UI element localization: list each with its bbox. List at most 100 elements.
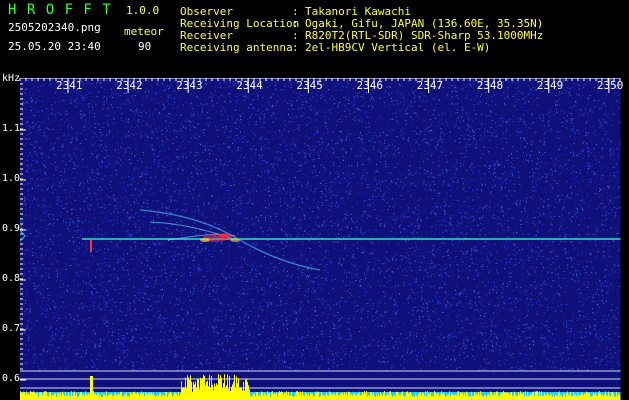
bottom-spectrum-bar — [578, 395, 579, 400]
bottom-spectrum-bar — [30, 391, 31, 400]
bottom-spectrum-bar — [430, 392, 431, 400]
bottom-spectrum-bar — [282, 391, 283, 400]
bottom-spectrum-bar — [328, 395, 329, 400]
bottom-spectrum-bar — [397, 391, 398, 400]
app-name: H R O F F T — [8, 2, 112, 18]
bottom-spectrum-bar — [182, 387, 183, 400]
bottom-spectrum-bar — [566, 393, 567, 400]
bottom-spectrum-bar — [166, 391, 167, 400]
bottom-spectrum-bar — [402, 391, 403, 400]
bottom-spectrum-bar — [527, 391, 528, 400]
bottom-spectrum-bar — [258, 395, 259, 400]
bottom-spectrum-bar — [33, 391, 34, 400]
observer-value: Takanori Kawachi — [305, 5, 411, 18]
bottom-spectrum-bar — [455, 394, 456, 400]
bottom-spectrum-bar — [93, 391, 94, 400]
bottom-spectrum-bar — [466, 391, 467, 400]
bottom-spectrum-bar — [389, 391, 390, 400]
bottom-spectrum-bar — [520, 391, 521, 400]
bottom-spectrum-bar — [75, 395, 76, 400]
bottom-spectrum-bar — [454, 394, 455, 400]
bottom-spectrum-bar — [586, 391, 587, 400]
bottom-spectrum-bar — [278, 393, 279, 400]
bottom-spectrum-bar — [338, 395, 339, 400]
bottom-spectrum-bar — [288, 391, 289, 400]
bottom-spectrum-bar — [563, 393, 564, 400]
bottom-spectrum-bar — [178, 392, 179, 400]
bottom-spectrum-bar — [393, 395, 394, 400]
bottom-spectrum-bar — [65, 391, 66, 400]
bottom-spectrum-bar — [451, 393, 452, 400]
bottom-spectrum-bar — [203, 374, 204, 400]
bottom-spectrum-bar — [274, 393, 275, 400]
freq-label-0.7: 0.7 — [2, 323, 21, 334]
bottom-spectrum-bar — [289, 396, 290, 400]
bottom-spectrum-bar — [581, 391, 582, 400]
bottom-spectrum-bar — [227, 374, 228, 400]
bottom-spectrum-bar — [429, 394, 430, 400]
bottom-spectrum-bar — [35, 393, 36, 400]
bottom-spectrum-bar — [247, 381, 248, 400]
bottom-spectrum-bar — [285, 393, 286, 400]
bottom-spectrum-bar — [407, 391, 408, 400]
bottom-spectrum-bar — [344, 392, 345, 400]
bottom-spectrum-bar — [218, 374, 219, 400]
bottom-spectrum-bar — [154, 395, 155, 400]
bottom-spectrum-bar — [388, 394, 389, 400]
bottom-spectrum-bar — [185, 377, 186, 400]
bottom-spectrum-bar — [523, 392, 524, 400]
bottom-spectrum-bar — [287, 395, 288, 400]
bottom-spectrum-bar — [449, 391, 450, 400]
bottom-spectrum-bar — [567, 391, 568, 400]
bottom-spectrum-bar — [283, 394, 284, 400]
bottom-spectrum-bar — [465, 395, 466, 400]
bottom-spectrum-bar — [302, 391, 303, 400]
bottom-spectrum-bar — [524, 396, 525, 400]
bottom-spectrum-bar — [576, 396, 577, 400]
bottom-spectrum-bar — [253, 393, 254, 400]
bottom-spectrum-bar — [614, 396, 615, 400]
bottom-spectrum-bar — [307, 395, 308, 400]
bottom-spectrum-bar — [36, 392, 37, 400]
bottom-spectrum-bar — [355, 395, 356, 400]
bottom-spectrum-bar — [115, 392, 116, 400]
bottom-spectrum-bar — [613, 394, 614, 400]
bottom-spectrum-bar — [390, 391, 391, 400]
bottom-spectrum-bar — [491, 392, 492, 400]
bottom-spectrum-bar — [306, 393, 307, 400]
bottom-spectrum-bar — [325, 394, 326, 400]
bottom-spectrum-bar — [366, 391, 367, 400]
bottom-spectrum-bar — [174, 392, 175, 400]
bottom-spectrum-bar — [236, 376, 237, 400]
bottom-spectrum-bar — [584, 393, 585, 400]
bottom-spectrum-bar — [205, 385, 206, 400]
bottom-spectrum-bar — [385, 396, 386, 400]
bottom-spectrum-bar — [616, 392, 617, 400]
bottom-spectrum-bar — [207, 380, 208, 400]
bottom-spectrum-bar — [496, 391, 497, 400]
bottom-spectrum-bar — [133, 392, 134, 400]
bottom-spectrum-bar — [356, 395, 357, 400]
bottom-spectrum-bar — [324, 395, 325, 400]
bottom-spectrum-bar — [310, 392, 311, 400]
bottom-spectrum-bar — [110, 394, 111, 400]
bottom-spectrum-bar — [371, 392, 372, 400]
bottom-spectrum-bar — [572, 396, 573, 400]
bottom-spectrum-bar — [219, 378, 220, 400]
bottom-spectrum-bar — [497, 391, 498, 400]
bottom-spectrum-bar — [299, 394, 300, 400]
bottom-spectrum-bar — [82, 394, 83, 400]
bottom-spectrum-bar — [607, 395, 608, 400]
bottom-spectrum-bar — [179, 395, 180, 400]
bottom-spectrum-bar — [26, 391, 27, 400]
bottom-spectrum-bar — [507, 393, 508, 400]
bottom-spectrum-bar — [116, 395, 117, 400]
bottom-spectrum-bar — [39, 392, 40, 400]
bottom-spectrum-bar — [517, 396, 518, 400]
bottom-spectrum-bar — [537, 391, 538, 400]
bottom-spectrum-bar — [47, 396, 48, 400]
bottom-spectrum-bar — [284, 393, 285, 400]
bottom-spectrum-bar — [343, 394, 344, 400]
bottom-spectrum-bar — [615, 396, 616, 400]
bottom-spectrum-bar — [406, 391, 407, 400]
